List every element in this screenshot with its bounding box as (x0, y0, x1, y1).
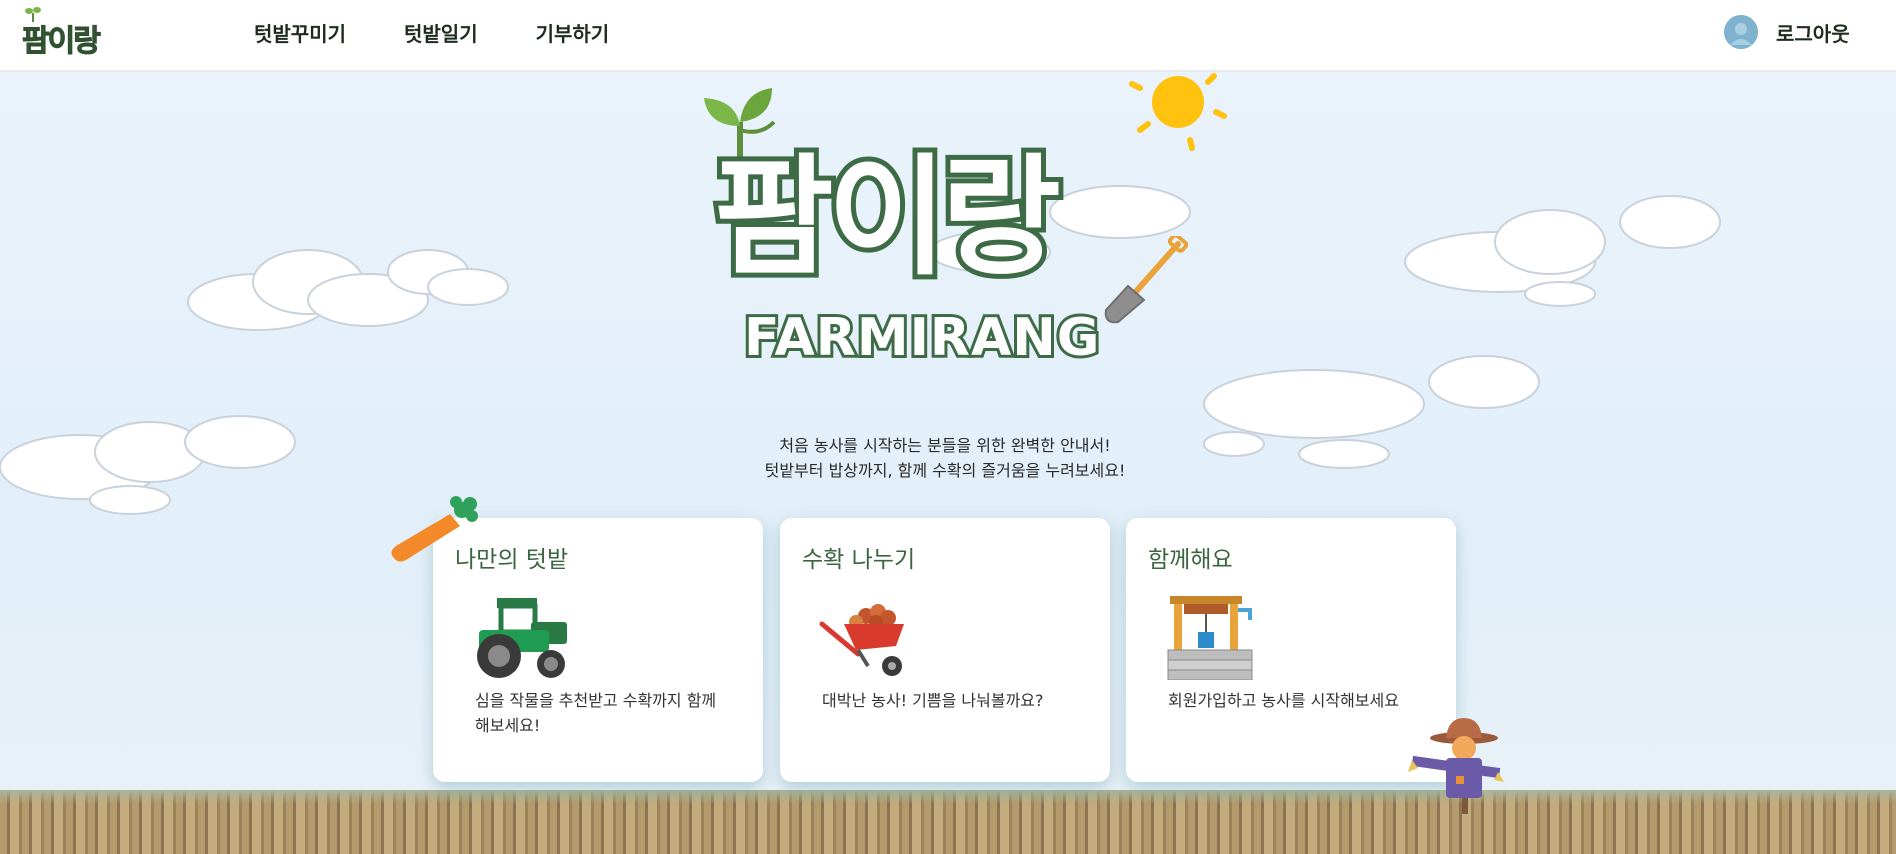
scarecrow-icon (1408, 718, 1504, 814)
logo-text: 팜이랑 (22, 24, 102, 60)
intro-line-1: 처음 농사를 시작하는 분들을 위한 완벽한 안내서! (779, 436, 1111, 455)
card-description: 심을 작물을 추천받고 수확까지 함께 해보세요! (475, 691, 717, 735)
cloud-icon (0, 415, 296, 515)
avatar[interactable] (1724, 15, 1758, 49)
shovel-icon (1104, 236, 1188, 324)
card-title: 수확 나누기 (802, 547, 916, 573)
card-join-together[interactable]: 함께해요 회원가입하고 농사를 시작해보세요 (1126, 518, 1456, 782)
sun-icon (1129, 73, 1227, 151)
wheelbarrow-icon (819, 604, 904, 676)
user-icon (1724, 15, 1758, 49)
farm-field (0, 790, 1896, 854)
hero-title: 팜이랑 (709, 141, 1066, 293)
intro-text: 처음 농사를 시작하는 분들을 위한 완벽한 안내서! 텃밭부터 밥상까지, 함… (600, 433, 1290, 483)
carrot-icon (391, 496, 478, 562)
hero-subtitle: FARMIRANG (741, 308, 1102, 368)
card-description: 대박난 농사! 기쁨을 나눠볼까요? (822, 691, 1044, 710)
intro-line-2: 텃밭부터 밥상까지, 함께 수확의 즐거움을 누려보세요! (764, 461, 1126, 480)
cloud-icon (187, 249, 509, 331)
card-description: 회원가입하고 농사를 시작해보세요 (1168, 691, 1399, 710)
header-logo[interactable]: 팜이랑 (22, 6, 112, 60)
top-header: 팜이랑 텃밭꾸미기 텃밭일기 기부하기 로그아웃 (0, 0, 1896, 72)
card-title: 함께해요 (1148, 547, 1233, 573)
card-my-garden[interactable]: 나만의 텃밭 심을 작물을 추천받고 수확까지 함께 해보세요! (433, 518, 763, 782)
logout-button[interactable]: 로그아웃 (1776, 18, 1850, 47)
card-share-harvest[interactable]: 수확 나누기 대박난 농사! 기쁨을 나눠볼까요? (780, 518, 1110, 782)
well-icon (1167, 596, 1253, 680)
nav-garden-diary[interactable]: 텃밭일기 (404, 18, 478, 47)
nav-donate[interactable]: 기부하기 (536, 18, 610, 47)
cloud-icon (1404, 195, 1721, 307)
tractor-icon (477, 598, 567, 678)
hero-logo: 팜이랑 FARMIRANG (700, 82, 1200, 382)
nav-garden-decorate[interactable]: 텃밭꾸미기 (254, 18, 346, 47)
main-nav: 텃밭꾸미기 텃밭일기 기부하기 (254, 18, 609, 47)
